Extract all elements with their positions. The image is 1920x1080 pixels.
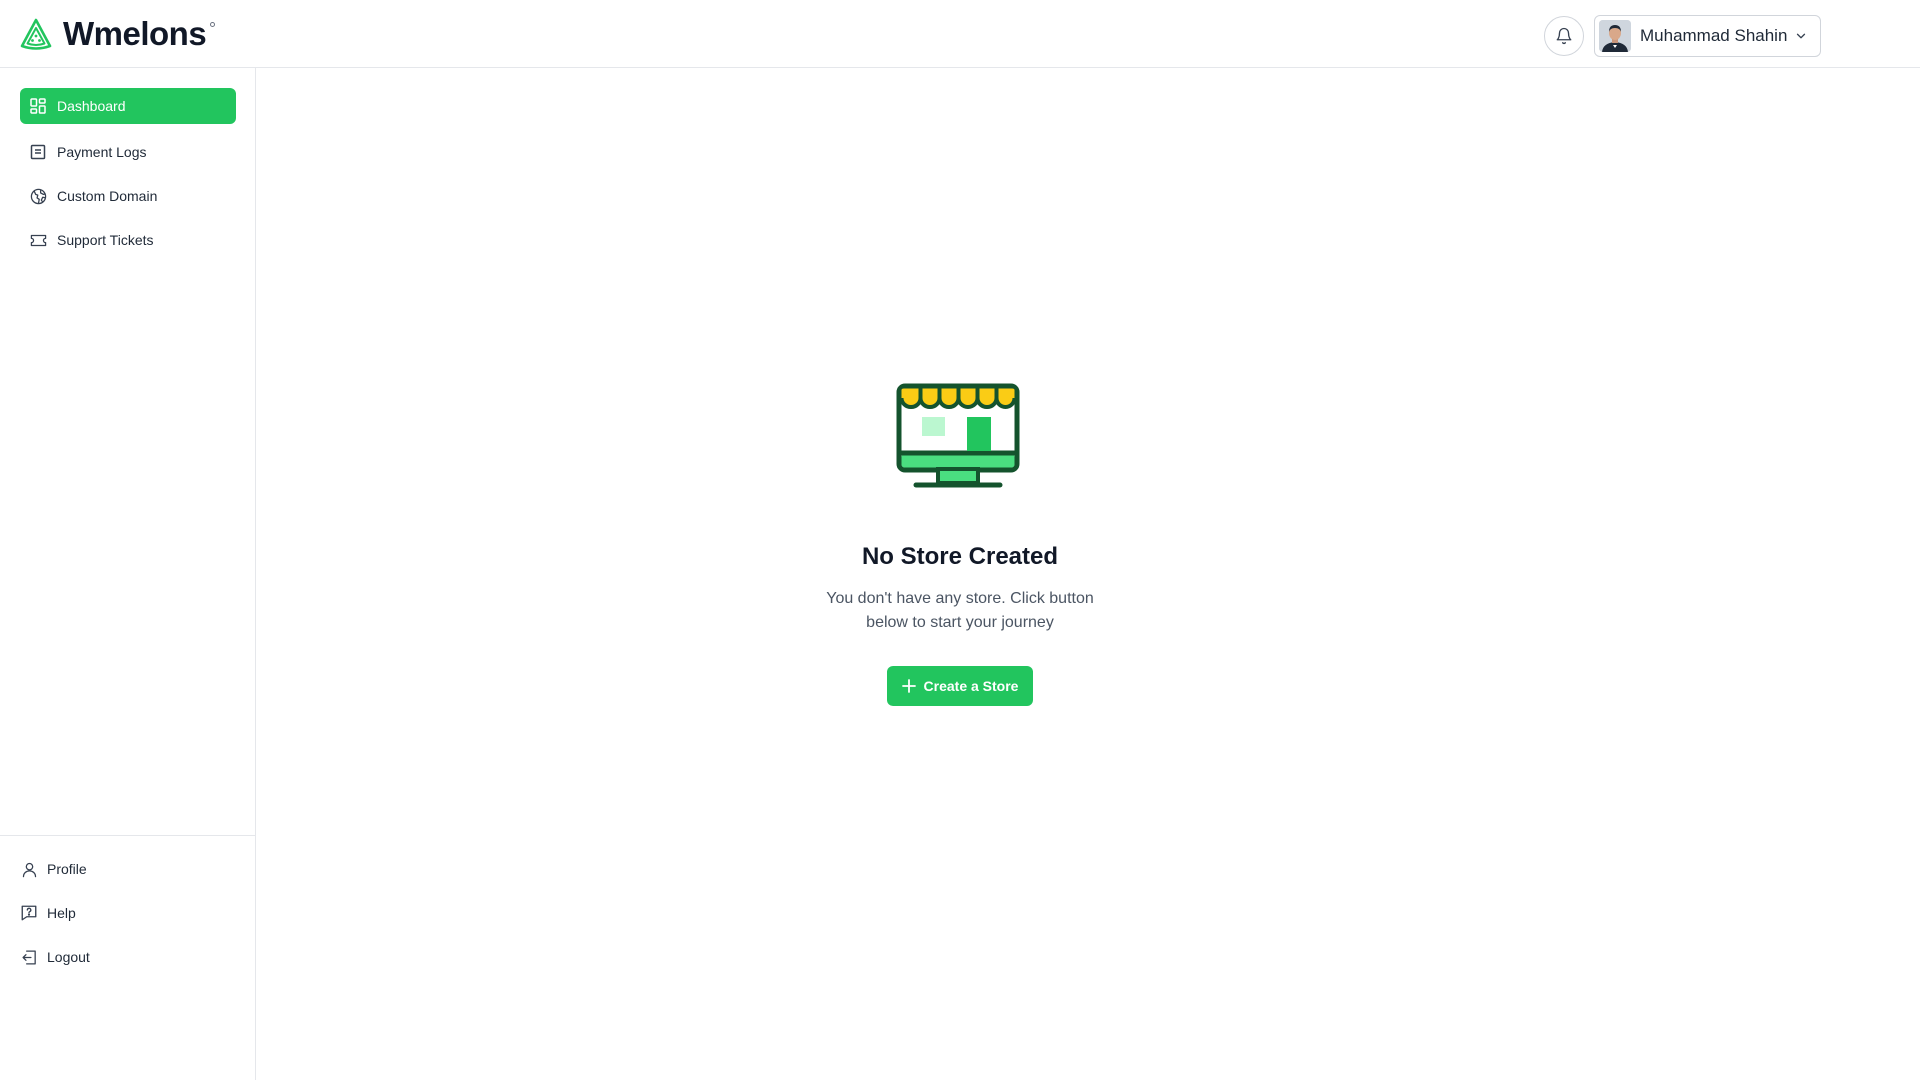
user-icon — [20, 860, 38, 878]
user-menu-button[interactable]: Muhammad Shahin — [1594, 15, 1821, 57]
create-store-button[interactable]: Create a Store — [887, 666, 1033, 706]
sidebar-bottom-nav: Profile Help Logout — [20, 851, 236, 983]
globe-icon — [29, 187, 47, 205]
sidebar-item-label: Custom Domain — [57, 188, 158, 204]
notifications-button[interactable] — [1544, 16, 1584, 56]
sidebar-item-logout[interactable]: Logout — [20, 939, 236, 975]
logo[interactable]: Wmelons — [19, 15, 216, 52]
sidebar-item-support-tickets[interactable]: Support Tickets — [20, 222, 236, 258]
main-content: No Store Created You don't have any stor… — [256, 68, 1920, 1080]
sidebar-item-payment-logs[interactable]: Payment Logs — [20, 134, 236, 170]
storefront-monitor-icon — [896, 383, 1020, 488]
sidebar-item-label: Dashboard — [57, 98, 126, 114]
chevron-down-icon — [1796, 33, 1806, 39]
sidebar-item-label: Help — [47, 905, 76, 921]
logo-text: Wmelons — [63, 15, 207, 52]
bell-icon — [1556, 27, 1572, 45]
empty-state-description: You don't have any store. Click button b… — [826, 590, 1094, 631]
sidebar-item-help[interactable]: Help — [20, 895, 236, 931]
sidebar-item-profile[interactable]: Profile — [20, 851, 236, 887]
avatar — [1599, 20, 1631, 52]
sidebar-item-label: Logout — [47, 949, 90, 965]
sidebar-item-label: Profile — [47, 861, 87, 877]
sidebar-nav: Dashboard Payment Logs Custom Domain Sup… — [20, 88, 236, 266]
sidebar-item-label: Support Tickets — [57, 232, 154, 248]
sidebar-divider — [0, 835, 255, 836]
plus-icon — [901, 679, 916, 693]
ticket-icon — [29, 231, 47, 249]
document-list-icon — [29, 143, 47, 161]
sidebar-item-dashboard[interactable]: Dashboard — [20, 88, 236, 124]
sidebar-item-custom-domain[interactable]: Custom Domain — [20, 178, 236, 214]
top-header: Wmelons Muhammad Shahin — [0, 0, 1920, 68]
watermelon-slice-icon — [20, 18, 52, 50]
user-name: Muhammad Shahin — [1640, 26, 1788, 45]
dashboard-grid-icon — [29, 97, 47, 115]
help-message-icon — [20, 904, 38, 922]
sidebar: Dashboard Payment Logs Custom Domain Sup… — [0, 68, 256, 1080]
create-store-label: Create a Store — [923, 678, 1019, 694]
registered-mark-icon — [210, 22, 216, 27]
empty-state: No Store Created You don't have any stor… — [256, 68, 1664, 1080]
sidebar-item-label: Payment Logs — [57, 144, 147, 160]
logout-icon — [20, 948, 38, 966]
empty-state-title: No Store Created — [861, 543, 1059, 570]
